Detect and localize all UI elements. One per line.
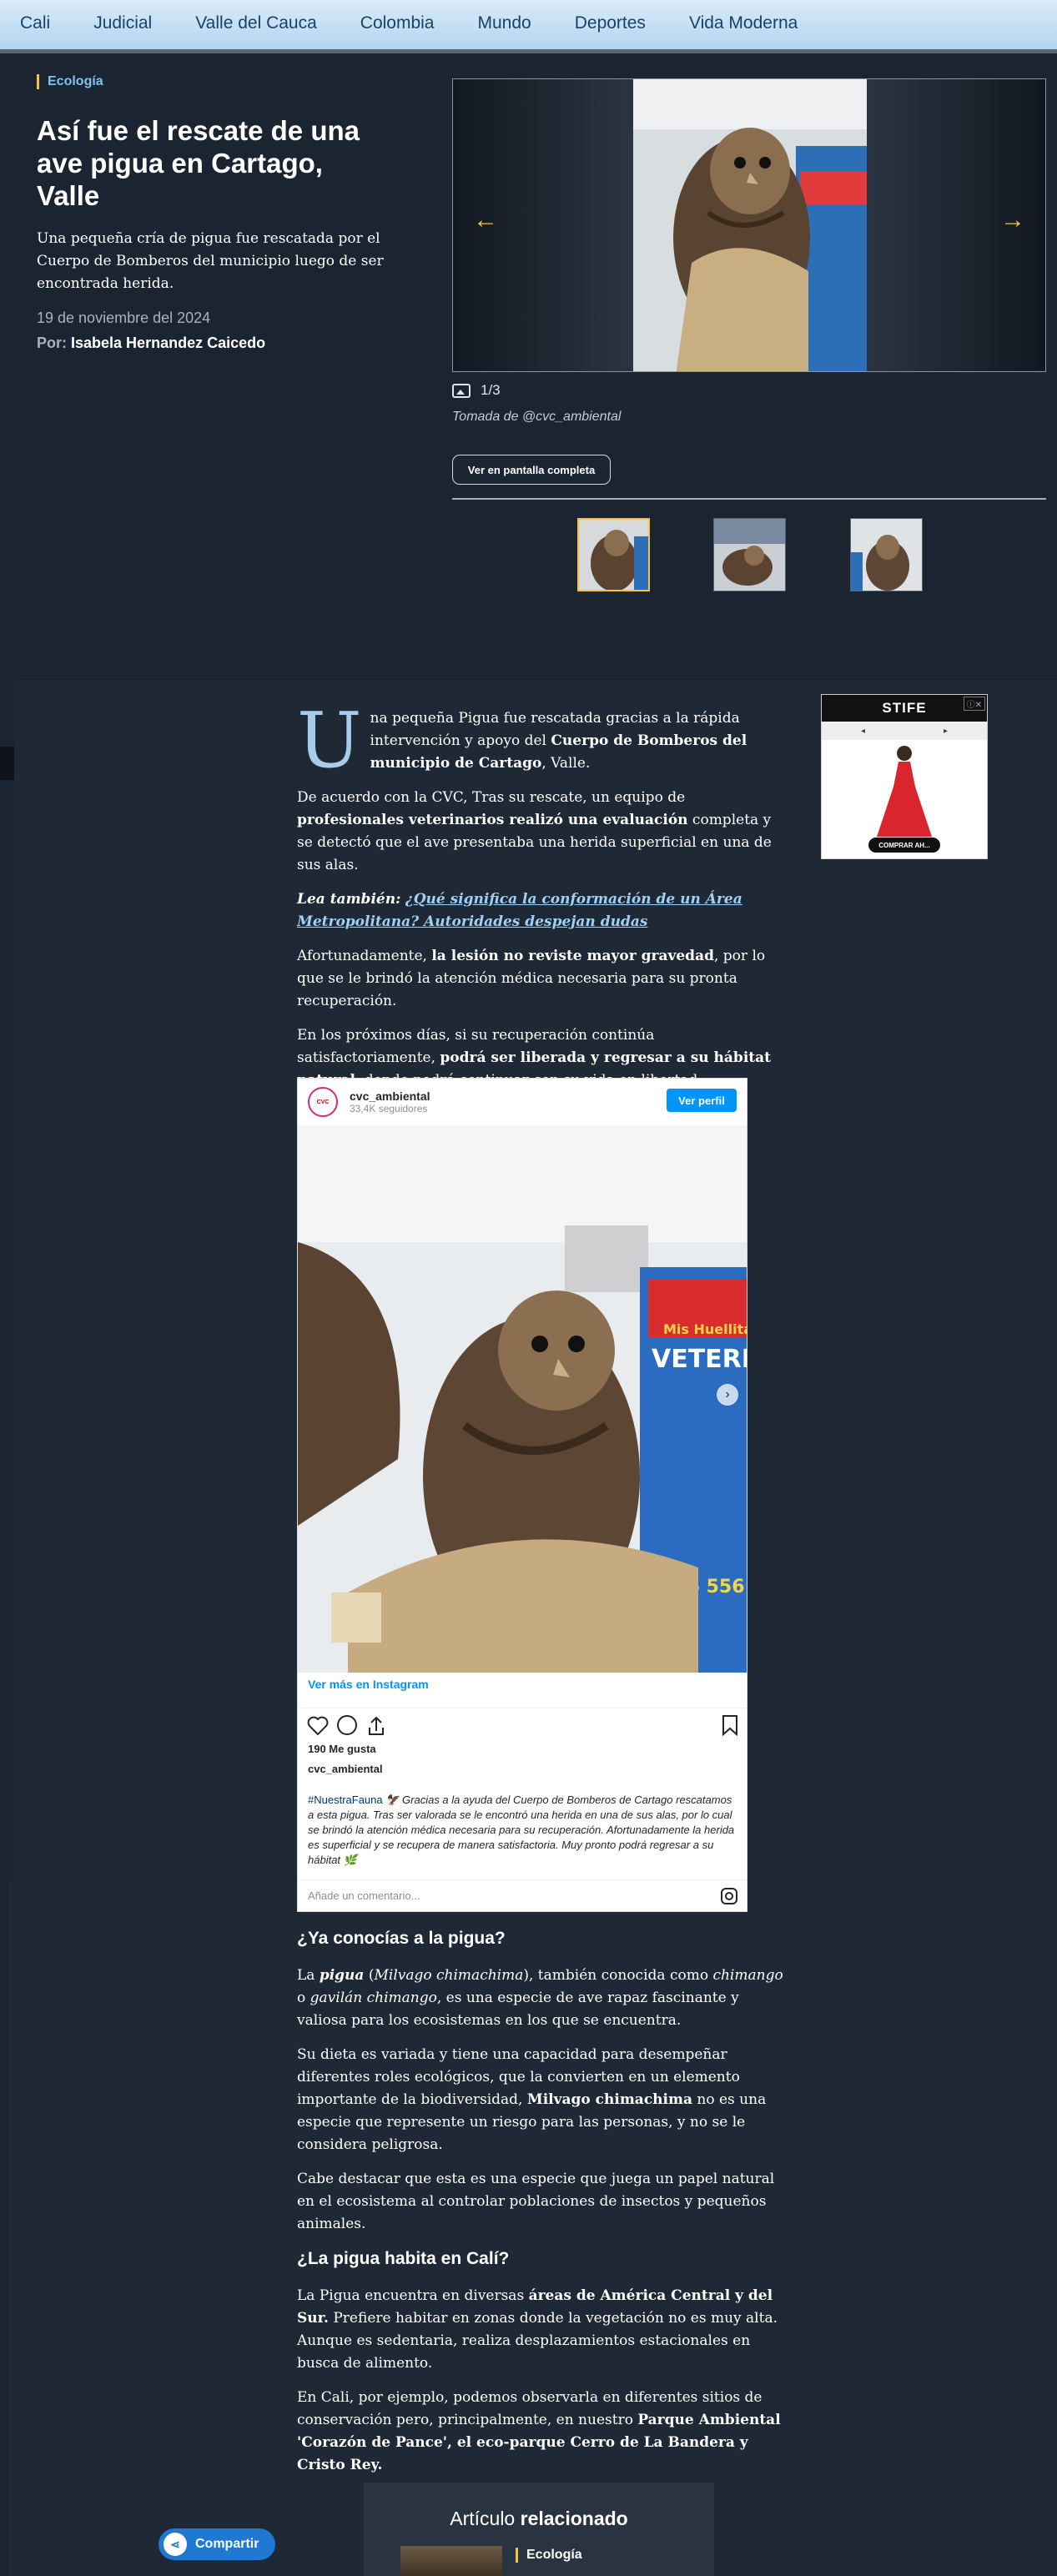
byline: Por: Isabela Hernandez Caicedo bbox=[37, 335, 265, 352]
instagram-caption: #NuestraFauna 🦅 Gracias a la ayuda del C… bbox=[308, 1794, 735, 1866]
instagram-media[interactable]: Mis Huellitas VETERI 316 556 › bbox=[298, 1125, 747, 1673]
related-title: Artículo relacionado bbox=[450, 2508, 628, 2529]
nav-item-vida-moderna[interactable]: Vida Moderna bbox=[689, 13, 798, 33]
nav-item-valle[interactable]: Valle del Cauca bbox=[195, 13, 317, 33]
nav-item-judicial[interactable]: Judicial bbox=[93, 13, 152, 33]
gallery-thumbnail-1[interactable] bbox=[577, 518, 650, 591]
gallery-thumbnail-2[interactable] bbox=[713, 518, 786, 591]
fullscreen-button[interactable]: Ver en pantalla completa bbox=[452, 455, 611, 485]
gallery-counter: 1/3 bbox=[452, 382, 501, 399]
sign-main-text: VETERI bbox=[652, 1345, 747, 1374]
dropcap: U bbox=[297, 696, 362, 785]
paragraph-8: La Pigua encuentra en diversas áreas de … bbox=[297, 2287, 778, 2372]
author-name[interactable]: Isabela Hernandez Caicedo bbox=[71, 335, 265, 351]
photo-credit: Tomada de @cvc_ambiental bbox=[452, 410, 622, 424]
instagram-likes: 190 Me gusta bbox=[308, 1743, 376, 1755]
instagram-followers: 33,4K seguidores bbox=[350, 1103, 428, 1114]
share-label: Compartir bbox=[195, 2537, 259, 2551]
instagram-comment-input[interactable]: Añade un comentario... bbox=[298, 1879, 747, 1911]
article-title: Así fue el rescate de una ave pigua en C… bbox=[37, 115, 360, 211]
comment-icon[interactable] bbox=[337, 1715, 357, 1735]
gallery-divider bbox=[452, 498, 1046, 500]
bookmark-icon[interactable] bbox=[722, 1715, 737, 1737]
view-more-instagram-link[interactable]: Ver más en Instagram bbox=[308, 1678, 429, 1691]
ad-cta-button[interactable]: COMPRAR AH... bbox=[868, 838, 940, 853]
ad-carousel-nav: ◂ ▸ bbox=[822, 722, 987, 740]
paragraph-6: Su dieta es variada y tiene una capacida… bbox=[297, 2046, 767, 2153]
ad-product-image bbox=[822, 740, 987, 840]
publish-date: 19 de noviembre del 2024 bbox=[37, 309, 211, 326]
nav-item-mundo[interactable]: Mundo bbox=[478, 13, 531, 33]
sign-top-text: Mis Huellitas bbox=[663, 1321, 747, 1337]
article-hero: Ecología Así fue el rescate de una ave p… bbox=[0, 58, 1057, 679]
related-article-box[interactable]: Artículo relacionado Ecología bbox=[364, 2483, 714, 2576]
read-also: Lea también: ¿Qué significa la conformac… bbox=[297, 888, 785, 933]
paragraph-5: La pigua (Milvago chimachima), también c… bbox=[297, 1967, 783, 2029]
ad-close-icon[interactable]: ⓘ✕ bbox=[963, 697, 985, 711]
nav-item-cali[interactable]: Cali bbox=[20, 13, 50, 33]
paragraph-9: En Cali, por ejemplo, podemos observarla… bbox=[297, 2389, 781, 2473]
share-icon[interactable] bbox=[369, 1716, 384, 1735]
article-lead: Una pequeña cría de pigua fue rescatada … bbox=[37, 230, 384, 292]
paragraph-7: Cabe destacar que esta es una especie qu… bbox=[297, 2171, 775, 2232]
gallery-next-arrow[interactable]: → bbox=[1000, 206, 1025, 234]
nav-item-deportes[interactable]: Deportes bbox=[575, 13, 646, 33]
gallery-prev-arrow[interactable]: ← bbox=[473, 206, 498, 234]
article-body-continued: ¿Ya conocías a la pigua? La pigua (Milva… bbox=[297, 1927, 785, 2488]
byline-prefix: Por: bbox=[37, 335, 67, 351]
section-heading-cali: ¿La pigua habita en Calí? bbox=[297, 2249, 510, 2268]
caption-username[interactable]: cvc_ambiental bbox=[308, 1763, 383, 1775]
heart-icon[interactable] bbox=[307, 1716, 329, 1736]
related-category[interactable]: Ecología bbox=[516, 2548, 582, 2563]
instagram-actions bbox=[306, 1713, 740, 1738]
top-nav: Cali Judicial Valle del Cauca Colombia M… bbox=[0, 0, 1057, 53]
gallery-counter-text: 1/3 bbox=[481, 382, 501, 398]
image-gallery[interactable]: ← → bbox=[452, 78, 1046, 372]
images-icon bbox=[452, 383, 471, 398]
advertisement[interactable]: STIFE ⓘ✕ ◂ ▸ COMPRAR AH... bbox=[821, 694, 988, 859]
related-thumbnail[interactable] bbox=[400, 2546, 502, 2576]
section-heading-pigua: ¿Ya conocías a la pigua? bbox=[297, 1929, 506, 1948]
ad-next-icon[interactable]: ▸ bbox=[944, 727, 948, 736]
share-button[interactable]: ⋖ Compartir bbox=[159, 2528, 275, 2560]
read-also-label: Lea también: bbox=[297, 891, 401, 908]
instagram-next-arrow[interactable]: › bbox=[717, 1384, 738, 1406]
nav-item-colombia[interactable]: Colombia bbox=[360, 13, 435, 33]
instagram-embed: CVC cvc_ambiental 33,4K seguidores Ver p… bbox=[297, 1078, 747, 1912]
instagram-header: CVC cvc_ambiental 33,4K seguidores Ver p… bbox=[298, 1079, 747, 1125]
paragraph-3: Afortunadamente, la lesión no reviste ma… bbox=[297, 948, 766, 1009]
category-badge[interactable]: Ecología bbox=[37, 74, 103, 89]
caption-hashtag[interactable]: #NuestraFauna bbox=[308, 1794, 383, 1806]
paragraph-2: De acuerdo con la CVC, Tras su rescate, … bbox=[297, 789, 772, 873]
ad-prev-icon[interactable]: ◂ bbox=[861, 727, 865, 736]
paragraph-1: U na pequeña Pigua fue rescatada gracias… bbox=[297, 696, 747, 785]
ad-brand: STIFE bbox=[822, 695, 987, 722]
share-icon: ⋖ bbox=[164, 2533, 187, 2556]
article-body: U na pequeña Pigua fue rescatada gracias… bbox=[297, 696, 785, 1104]
gallery-photo-bird bbox=[633, 79, 867, 371]
instagram-avatar[interactable]: CVC bbox=[308, 1087, 338, 1117]
instagram-username[interactable]: cvc_ambiental bbox=[350, 1089, 430, 1103]
gallery-thumbnail-3[interactable] bbox=[850, 518, 923, 591]
view-profile-button[interactable]: Ver perfil bbox=[667, 1089, 737, 1112]
instagram-logo-icon[interactable] bbox=[720, 1887, 738, 1905]
